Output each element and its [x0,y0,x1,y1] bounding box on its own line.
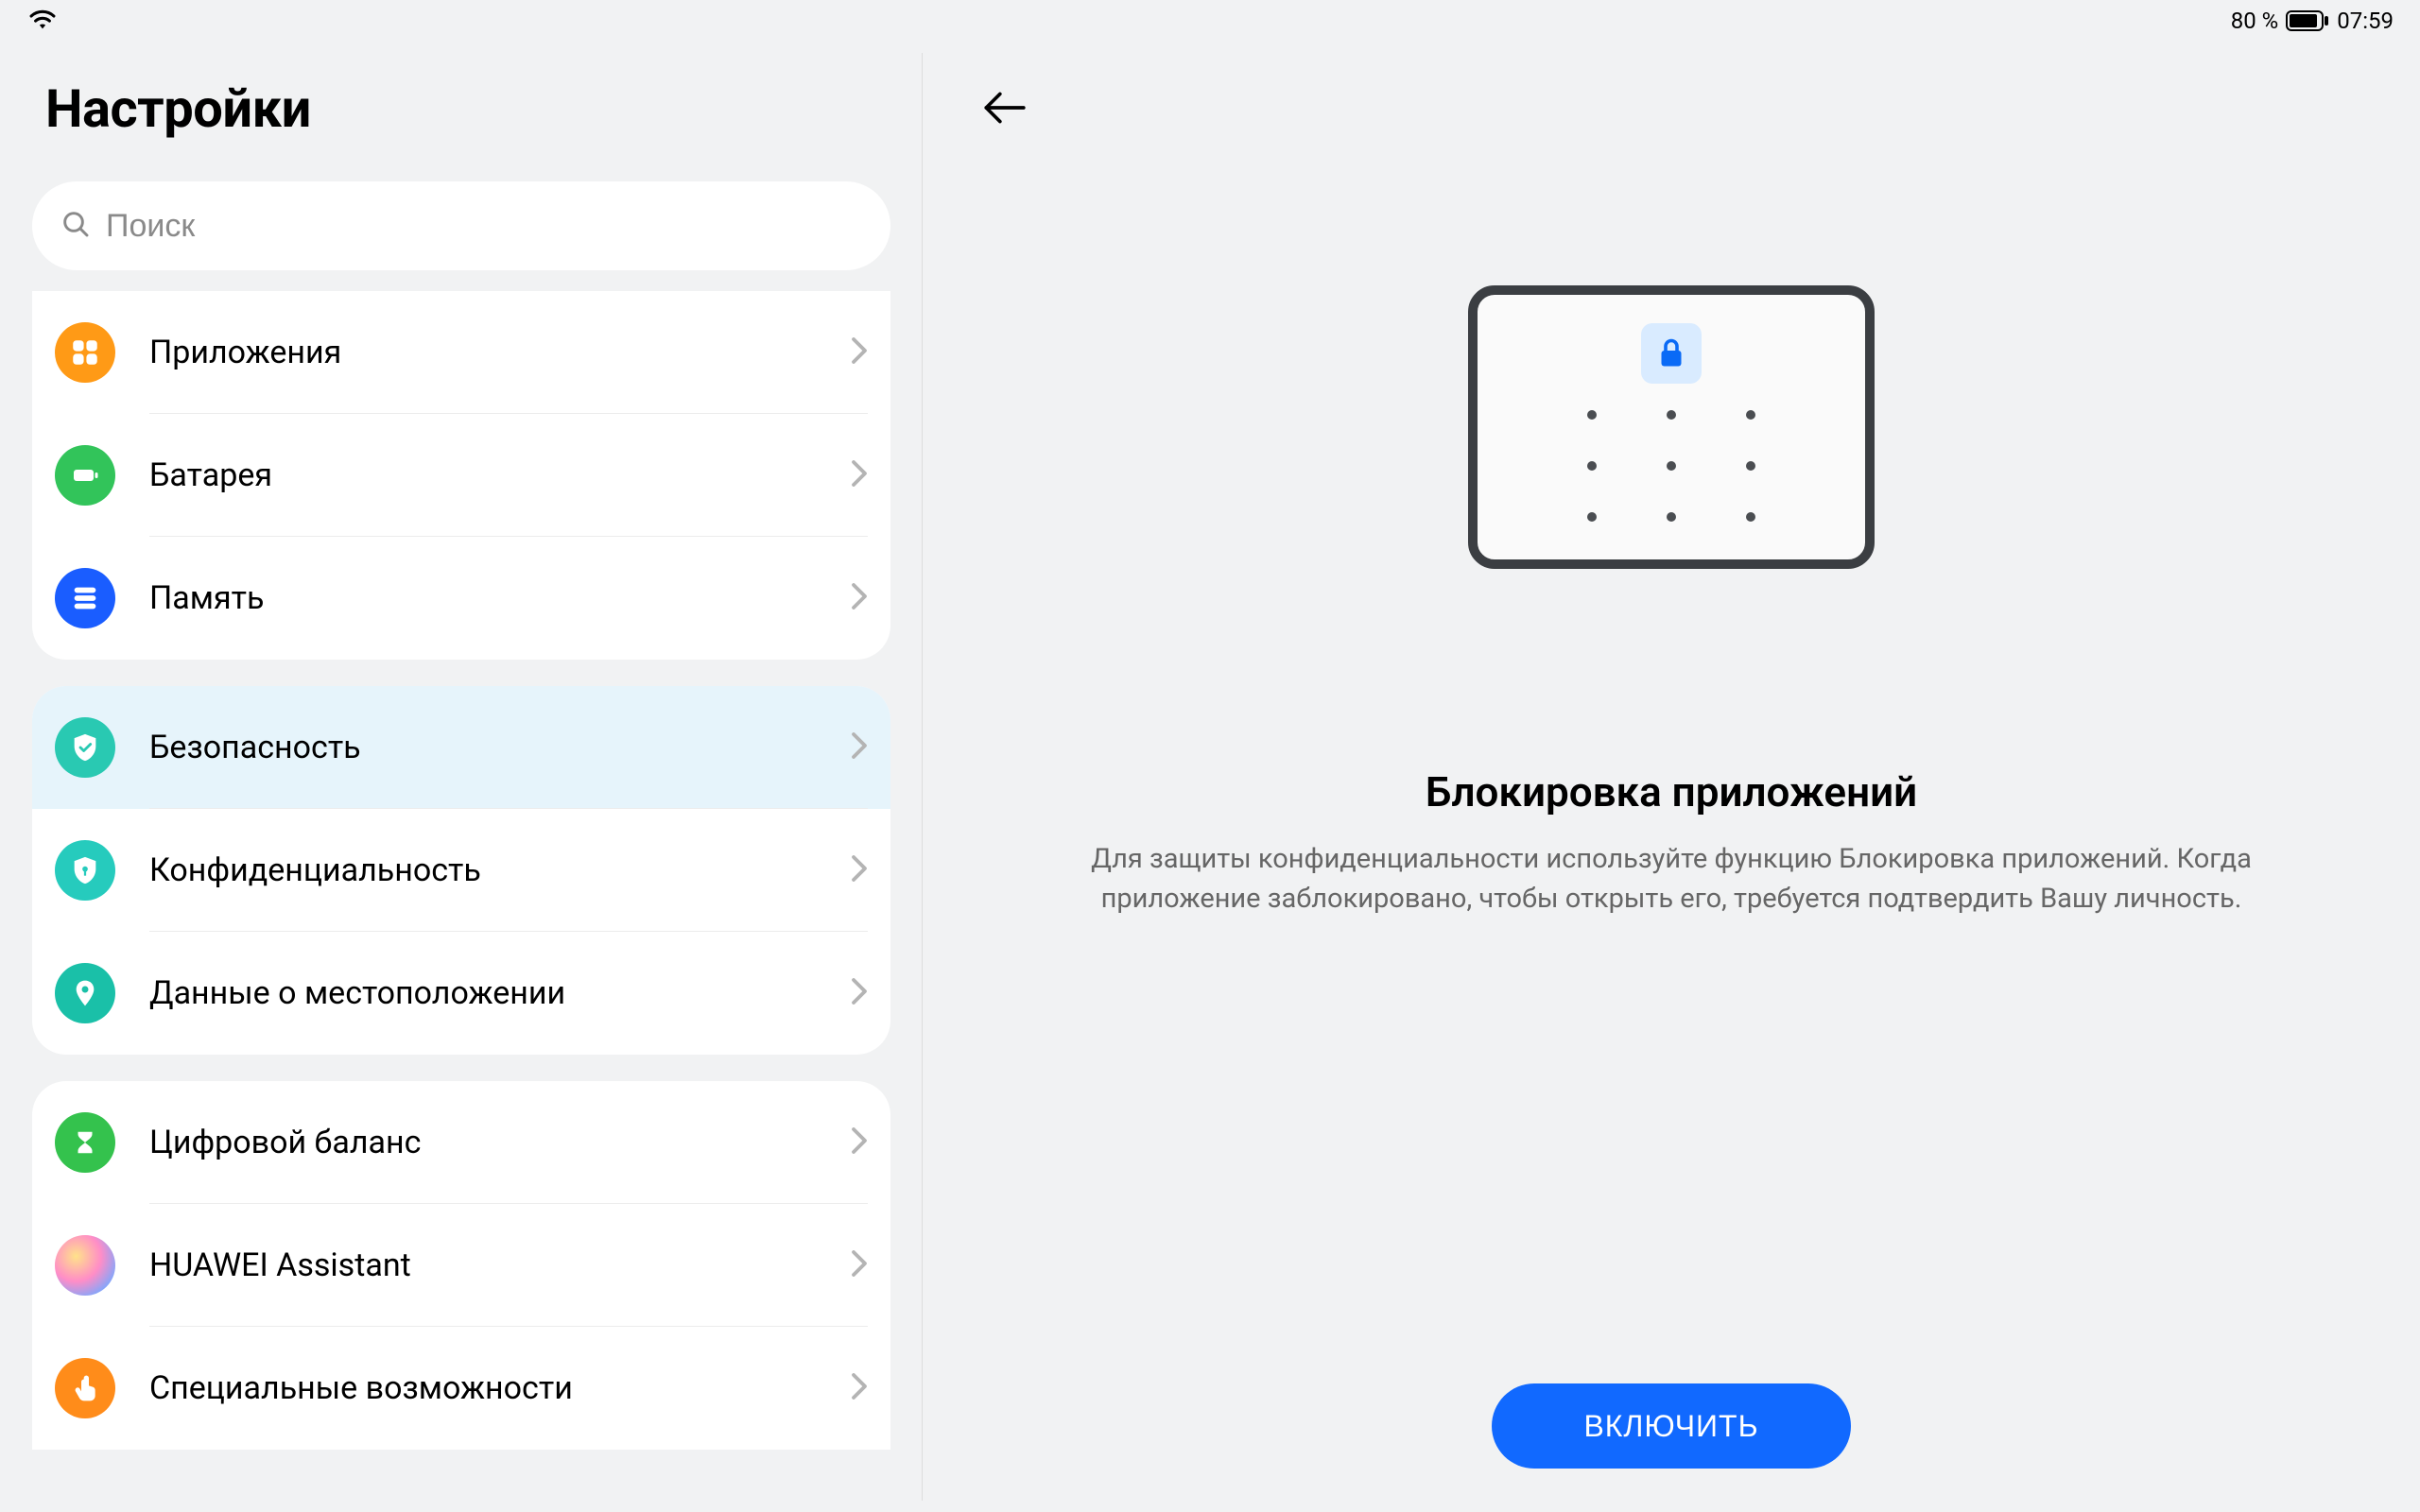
chevron-right-icon [851,1126,868,1159]
assistant-icon [55,1235,115,1296]
chevron-right-icon [851,582,868,614]
arrow-left-icon [980,89,1028,127]
sidebar-item-digital-balance[interactable]: Цифровой баланс [32,1081,890,1204]
sidebar-item-privacy[interactable]: Конфиденциальность [32,809,890,932]
location-icon [55,963,115,1023]
search-icon [60,209,91,243]
sidebar-item-assistant[interactable]: HUAWEI Assistant [32,1204,890,1327]
chevron-right-icon [851,977,868,1009]
enable-button[interactable]: ВКЛЮЧИТЬ [1492,1383,1851,1469]
chevron-right-icon [851,336,868,369]
battery-percent: 80 % [2231,8,2279,34]
enable-button-label: ВКЛЮЧИТЬ [1583,1409,1758,1444]
wifi-icon [26,6,59,36]
apps-icon [55,322,115,383]
status-left [26,6,59,36]
detail-pane: Блокировка приложений Для защиты конфиде… [923,42,2420,1512]
sidebar-item-battery[interactable]: Батарея [32,414,890,537]
page-description: Для защиты конфиденциальности используйт… [1028,839,2314,919]
settings-group: Безопасность Конфиденциальность Данные о… [32,686,890,1055]
battery-icon [2286,10,2329,31]
sidebar-item-label: Приложения [149,334,851,371]
sidebar-item-label: Специальные возможности [149,1369,851,1407]
chevron-right-icon [851,731,868,764]
app-lock-illustration [1468,285,1875,569]
clock: 07:59 [2337,8,2394,34]
sidebar-item-accessibility[interactable]: Специальные возможности [32,1327,890,1450]
sidebar-item-label: Конфиденциальность [149,851,851,889]
search-box[interactable] [32,181,890,270]
hourglass-icon [55,1112,115,1173]
sidebar-item-label: Память [149,579,851,617]
storage-icon [55,568,115,628]
lock-icon [1641,323,1702,384]
sidebar-item-label: Данные о местоположении [149,974,851,1012]
page-title: Блокировка приложений [1426,767,1917,816]
sidebar-item-label: Безопасность [149,729,851,766]
sidebar-item-apps[interactable]: Приложения [32,291,890,414]
settings-sidebar: Настройки Приложения [0,42,923,1512]
settings-title: Настройки [32,77,890,140]
sidebar-item-location[interactable]: Данные о местоположении [32,932,890,1055]
status-right: 80 % 07:59 [2231,8,2394,34]
sidebar-item-label: HUAWEI Assistant [149,1246,851,1284]
search-input[interactable] [106,208,862,245]
chevron-right-icon [851,1249,868,1281]
status-bar: 80 % 07:59 [0,0,2420,42]
settings-group: Цифровой баланс HUAWEI Assistant Специал… [32,1081,890,1450]
privacy-icon [55,840,115,901]
shield-check-icon [55,717,115,778]
settings-group: Приложения Батарея Память [32,291,890,660]
battery-row-icon [55,445,115,506]
pattern-dots [1587,410,1755,522]
sidebar-item-storage[interactable]: Память [32,537,890,660]
chevron-right-icon [851,459,868,491]
sidebar-item-label: Батарея [149,456,851,494]
sidebar-item-label: Цифровой баланс [149,1124,851,1161]
sidebar-item-security[interactable]: Безопасность [32,686,890,809]
chevron-right-icon [851,1372,868,1404]
touch-icon [55,1358,115,1418]
back-button[interactable] [976,79,1032,136]
chevron-right-icon [851,854,868,886]
